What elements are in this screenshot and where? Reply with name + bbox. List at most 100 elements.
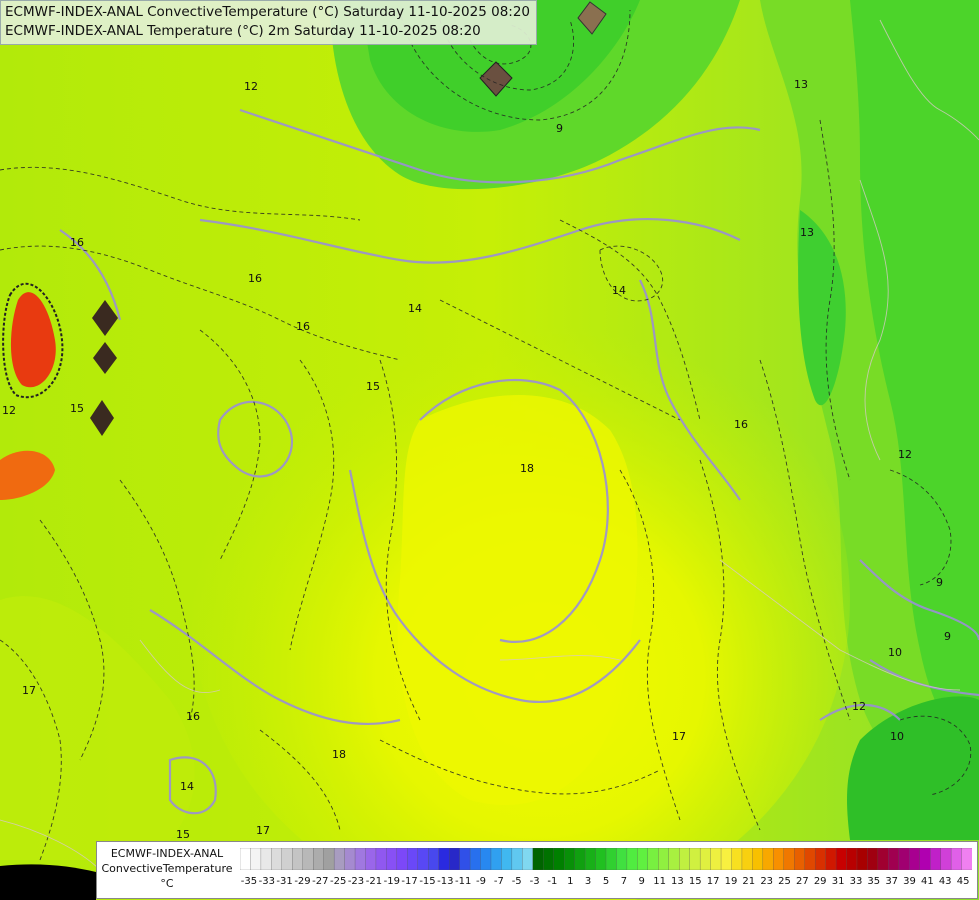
legend-tick-label: -5 xyxy=(511,876,522,887)
legend-tick-label: 35 xyxy=(867,876,881,887)
legend-swatch xyxy=(950,848,963,870)
legend-tick-label: 3 xyxy=(584,876,592,887)
legend-swatch xyxy=(543,848,555,870)
legend-label: ECMWF-INDEX-ANAL ConvectiveTemperature °… xyxy=(99,846,235,891)
legend-swatch xyxy=(794,848,806,870)
legend-tick-label: -17 xyxy=(401,876,418,887)
legend-tick-label: -23 xyxy=(347,876,365,887)
legend-swatch xyxy=(501,848,513,870)
legend-tick-label: -9 xyxy=(476,876,486,887)
title-line-convective: ECMWF-INDEX-ANAL ConvectiveTemperature (… xyxy=(5,4,531,20)
legend-tick-label: -21 xyxy=(365,876,383,887)
legend-tick-label: -35 xyxy=(240,876,258,887)
contour-label: 9 xyxy=(556,122,563,135)
legend-tick-label: -29 xyxy=(294,876,311,887)
legend-swatch xyxy=(417,848,429,870)
legend-tick-label: 13 xyxy=(671,876,684,887)
legend-swatch xyxy=(856,848,868,870)
map-nodata-corner xyxy=(0,864,96,900)
legend-swatch xyxy=(689,848,701,870)
legend-tick-label: -11 xyxy=(455,876,472,887)
legend-swatch xyxy=(511,848,523,870)
legend-swatch xyxy=(480,848,492,870)
legend-swatch xyxy=(637,848,649,870)
legend-swatch xyxy=(731,848,743,870)
legend-swatch xyxy=(605,848,617,870)
legend-swatch xyxy=(762,848,774,870)
contour-label: 14 xyxy=(408,302,422,315)
legend-swatch xyxy=(333,848,346,870)
legend-title: ECMWF-INDEX-ANAL xyxy=(110,847,224,860)
contour-label: 16 xyxy=(296,320,310,333)
legend-swatch xyxy=(961,848,972,870)
legend-swatch xyxy=(814,848,827,870)
legend-tick-label: 41 xyxy=(921,876,934,887)
contour-label: 17 xyxy=(256,824,270,837)
legend-tick-label: 19 xyxy=(724,876,738,887)
legend-swatch xyxy=(564,848,576,870)
weather-map: 12 9 13 16 14 15 17 18 12 10 9 13 16 14 … xyxy=(0,0,979,900)
legend-swatch xyxy=(281,848,293,870)
legend-swatch xyxy=(741,848,753,870)
contour-label: 18 xyxy=(520,462,534,475)
legend-color-bar xyxy=(240,848,972,870)
contour-label: 15 xyxy=(366,380,380,393)
title-line-temperature: ECMWF-INDEX-ANAL Temperature (°C) 2m Sat… xyxy=(5,23,481,39)
contour-label: 14 xyxy=(612,284,626,297)
legend-swatch xyxy=(783,848,795,870)
legend-swatch xyxy=(292,848,304,870)
contour-label: 16 xyxy=(734,418,748,431)
contour-label: 10 xyxy=(888,646,902,659)
legend-swatch xyxy=(877,848,889,870)
legend-tick-label: -31 xyxy=(276,876,293,887)
contour-label: 18 xyxy=(332,748,346,761)
legend-swatch xyxy=(888,848,900,870)
legend-swatch xyxy=(448,848,461,870)
legend-swatch xyxy=(867,848,879,870)
contour-label: 16 xyxy=(186,710,200,723)
legend-tick-label: 15 xyxy=(688,876,702,887)
legend-swatch xyxy=(679,848,691,870)
legend-unit: °C xyxy=(160,877,174,890)
legend-tick-label: 11 xyxy=(653,876,666,887)
legend-tick-label: -27 xyxy=(312,876,329,887)
contour-label: 12 xyxy=(898,448,912,461)
legend-tick-label: 17 xyxy=(706,876,720,887)
legend-swatch xyxy=(490,848,502,870)
legend-swatch xyxy=(668,848,680,870)
legend-tick-label: 37 xyxy=(885,876,899,887)
legend-tick-label: 21 xyxy=(742,876,756,887)
legend-swatch xyxy=(773,848,785,870)
legend-tick-label: 23 xyxy=(760,876,774,887)
legend-swatch xyxy=(396,848,408,870)
legend-swatch xyxy=(584,848,596,870)
legend-swatch xyxy=(720,848,732,870)
legend-swatch xyxy=(250,848,262,870)
legend-swatch xyxy=(302,848,314,870)
legend-swatch xyxy=(658,848,670,870)
legend-tick-label: 5 xyxy=(602,876,610,887)
contour-label: 12 xyxy=(852,700,866,713)
legend-tick-label: 39 xyxy=(903,876,916,887)
legend-swatch xyxy=(240,848,251,870)
contour-label: 16 xyxy=(70,236,84,249)
legend-swatch xyxy=(626,848,638,870)
legend-tick-label: -19 xyxy=(383,876,400,887)
legend-tick-label: -3 xyxy=(529,876,540,887)
legend-swatch xyxy=(595,848,607,870)
legend-tick-label: 1 xyxy=(567,876,574,887)
legend-swatch xyxy=(898,848,910,870)
legend-swatch xyxy=(428,848,440,870)
contour-label: 14 xyxy=(180,780,194,793)
legend-tick-label: -25 xyxy=(330,876,347,887)
legend-swatch xyxy=(522,848,534,870)
legend-tick-label: -13 xyxy=(437,876,454,887)
contour-label: 16 xyxy=(248,272,262,285)
legend-swatch xyxy=(710,848,722,870)
legend-swatch xyxy=(616,848,628,870)
contour-label: 15 xyxy=(70,402,84,415)
legend-swatch xyxy=(825,848,837,870)
legend-swatch xyxy=(459,848,471,870)
legend-tick-label: -7 xyxy=(493,876,504,887)
color-legend: ECMWF-INDEX-ANAL ConvectiveTemperature °… xyxy=(96,841,978,899)
